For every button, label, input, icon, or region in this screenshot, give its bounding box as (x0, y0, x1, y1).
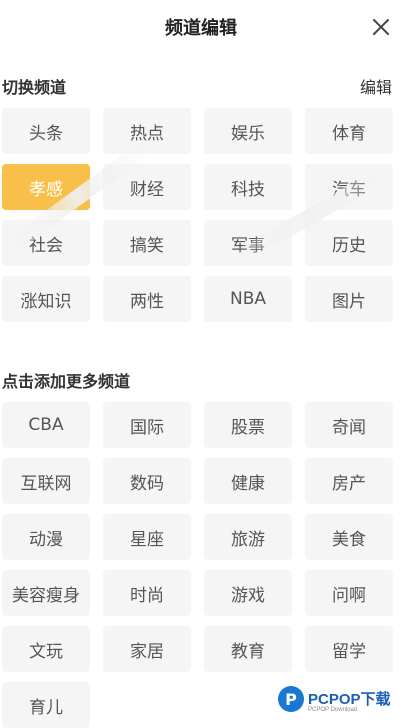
add-channel-chip[interactable]: 国际 (103, 402, 191, 448)
add-channel-chip[interactable]: 家居 (103, 626, 191, 672)
edit-button[interactable]: 编辑 (360, 74, 392, 98)
header: 频道编辑 (0, 0, 402, 56)
add-channel-chip[interactable]: 教育 (204, 626, 292, 672)
add-channel-chip[interactable]: 游戏 (204, 570, 292, 616)
add-channel-chip[interactable]: 互联网 (2, 458, 90, 504)
channel-chip[interactable]: 搞笑 (103, 220, 191, 266)
add-channels-label: 点击添加更多频道 (2, 372, 131, 391)
add-channel-chip[interactable]: 留学 (305, 626, 393, 672)
channel-chip[interactable]: NBA (204, 276, 292, 322)
add-channel-chip[interactable]: 股票 (204, 402, 292, 448)
channel-chip[interactable]: 涨知识 (2, 276, 90, 322)
add-channel-chip[interactable]: 育儿 (2, 682, 90, 728)
add-channel-chip[interactable]: 问啊 (305, 570, 393, 616)
add-channel-chip[interactable]: 健康 (204, 458, 292, 504)
channel-chip[interactable]: 娱乐 (204, 108, 292, 154)
page-title: 频道编辑 (165, 18, 237, 39)
add-channel-chip[interactable]: 美容瘦身 (2, 570, 90, 616)
close-button[interactable] (370, 16, 392, 38)
watermark: P PCPOP下载 PCPOP Download (278, 680, 402, 720)
channel-chip[interactable]: 体育 (305, 108, 393, 154)
add-channel-chip[interactable]: 数码 (103, 458, 191, 504)
add-channel-chip[interactable]: 文玩 (2, 626, 90, 672)
add-channel-chip[interactable]: 星座 (103, 514, 191, 560)
add-channel-chip[interactable]: 时尚 (103, 570, 191, 616)
channel-chip[interactable]: 历史 (305, 220, 393, 266)
add-channel-chip[interactable]: 旅游 (204, 514, 292, 560)
watermark-logo: P (278, 686, 304, 712)
channel-chip[interactable]: 两性 (103, 276, 191, 322)
add-channel-chip[interactable]: 房产 (305, 458, 393, 504)
watermark-text: PCPOP下载 (308, 691, 391, 708)
watermark-subtext: PCPOP Download (308, 707, 358, 713)
close-icon (373, 19, 389, 35)
add-channel-chip[interactable]: 动漫 (2, 514, 90, 560)
channel-chip[interactable]: 头条 (2, 108, 90, 154)
add-channel-chip[interactable]: 奇闻 (305, 402, 393, 448)
channel-chip[interactable]: 图片 (305, 276, 393, 322)
switch-channels-label: 切换频道 (2, 78, 67, 97)
add-channel-chip[interactable]: 美食 (305, 514, 393, 560)
channel-chip[interactable]: 科技 (204, 164, 292, 210)
add-channel-chip[interactable]: CBA (2, 402, 90, 448)
